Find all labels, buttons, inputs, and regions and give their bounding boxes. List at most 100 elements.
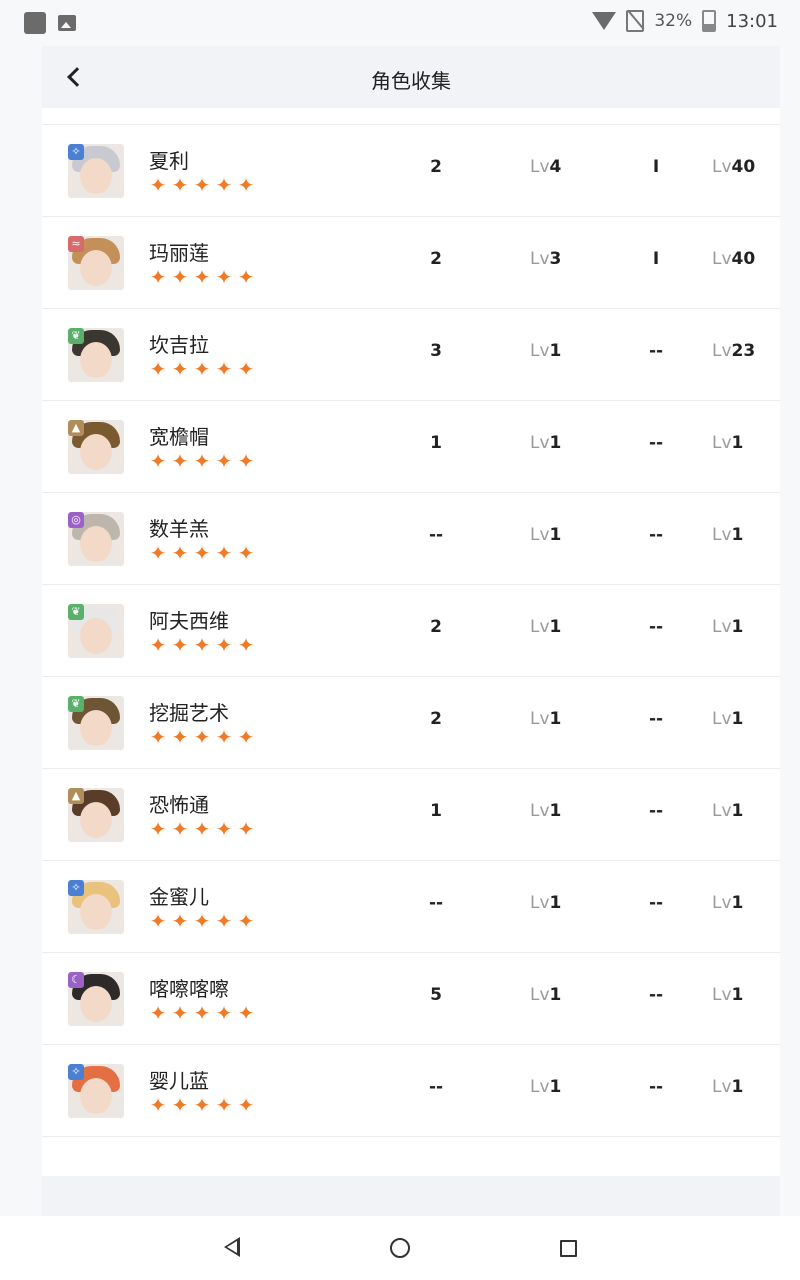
avatar-face [80, 1078, 112, 1114]
character-name: 坎吉拉 [149, 333, 209, 357]
insight-level: Lv3 [530, 249, 561, 269]
no-sim-icon [626, 10, 645, 32]
level-value: 1 [549, 525, 562, 545]
star-icon: ✦ [149, 357, 167, 381]
character-avatar: ✧ [68, 880, 124, 934]
character-row[interactable]: ❦ 阿夫西维 ✦ ✦ ✦ ✦ ✦ 2 Lv1 -- Lv1 [42, 585, 780, 677]
star-icon: ✦ [237, 1093, 255, 1117]
insight-level: Lv1 [530, 709, 561, 729]
character-list[interactable]: ✧ 夏利 ✦ ✦ ✦ ✦ ✦ 2 Lv4 I Lv40 ≈ 玛丽莲 ✦ ✦ ✦ ✦ ✦ 2 Lv… [42, 108, 780, 1176]
lv-prefix: Lv [712, 709, 732, 729]
back-triangle-icon[interactable] [224, 1237, 240, 1257]
insight-level: Lv1 [530, 801, 561, 821]
duplicate-count: 2 [430, 709, 442, 729]
character-row[interactable]: ≈ 玛丽莲 ✦ ✦ ✦ ✦ ✦ 2 Lv3 I Lv40 [42, 217, 780, 309]
beast-element-icon: ≈ [68, 236, 84, 252]
star-element-icon: ✧ [68, 880, 84, 896]
character-row[interactable]: ✧ 婴儿蓝 ✦ ✦ ✦ ✦ ✦ -- Lv1 -- Lv1 [42, 1045, 780, 1137]
lv-prefix: Lv [530, 985, 550, 1005]
star-icon: ✦ [149, 909, 167, 933]
star-icon: ✦ [237, 265, 255, 289]
resonance-rank: -- [648, 341, 664, 361]
character-row[interactable]: ▲ 宽檐帽 ✦ ✦ ✦ ✦ ✦ 1 Lv1 -- Lv1 [42, 401, 780, 493]
character-row[interactable]: ✧ 夏利 ✦ ✦ ✦ ✦ ✦ 2 Lv4 I Lv40 [42, 125, 780, 217]
rarity-stars: ✦ ✦ ✦ ✦ ✦ [148, 543, 256, 563]
star-icon: ✦ [215, 633, 233, 657]
star-icon: ✦ [215, 357, 233, 381]
level-value: 40 [731, 157, 756, 177]
lv-prefix: Lv [530, 249, 550, 269]
resonance-rank: -- [648, 893, 664, 913]
star-icon: ✦ [215, 909, 233, 933]
duplicate-count: 1 [430, 433, 442, 453]
character-row[interactable]: ☾ 喀嚓喀嚓 ✦ ✦ ✦ ✦ ✦ 5 Lv1 -- Lv1 [42, 953, 780, 1045]
star-icon: ✦ [237, 1001, 255, 1025]
duplicate-count: -- [428, 893, 444, 913]
star-icon: ✦ [193, 725, 211, 749]
star-icon: ✦ [193, 173, 211, 197]
star-icon: ✦ [171, 265, 189, 289]
avatar-face [80, 986, 112, 1022]
lv-prefix: Lv [712, 525, 732, 545]
star-icon: ✦ [171, 817, 189, 841]
star-icon: ✦ [171, 633, 189, 657]
character-name: 恐怖通 [149, 793, 209, 817]
level-value: 1 [549, 617, 562, 637]
star-icon: ✦ [149, 1001, 167, 1025]
star-icon: ✦ [171, 541, 189, 565]
star-icon: ✦ [237, 173, 255, 197]
character-row[interactable]: ❦ 挖掘艺术 ✦ ✦ ✦ ✦ ✦ 2 Lv1 -- Lv1 [42, 677, 780, 769]
duplicate-count: 2 [430, 617, 442, 637]
character-row[interactable]: ✧ 金蜜儿 ✦ ✦ ✦ ✦ ✦ -- Lv1 -- Lv1 [42, 861, 780, 953]
character-name: 挖掘艺术 [149, 701, 229, 725]
recents-square-icon[interactable] [560, 1240, 577, 1257]
character-level: Lv1 [712, 1077, 743, 1097]
resonance-rank: -- [648, 1077, 664, 1097]
rarity-stars: ✦ ✦ ✦ ✦ ✦ [148, 727, 256, 747]
character-row[interactable]: ▲ 恐怖通 ✦ ✦ ✦ ✦ ✦ 1 Lv1 -- Lv1 [42, 769, 780, 861]
resonance-rank: -- [648, 985, 664, 1005]
character-level: Lv1 [712, 709, 743, 729]
level-value: 1 [731, 801, 744, 821]
character-avatar: ❦ [68, 696, 124, 750]
lv-prefix: Lv [530, 1077, 550, 1097]
star-icon: ✦ [149, 1093, 167, 1117]
star-icon: ✦ [171, 357, 189, 381]
level-value: 1 [731, 617, 744, 637]
character-avatar: ☾ [68, 972, 124, 1026]
star-icon: ✦ [215, 449, 233, 473]
mineral-element-icon: ▲ [68, 420, 84, 436]
character-row[interactable]: ❦ 坎吉拉 ✦ ✦ ✦ ✦ ✦ 3 Lv1 -- Lv23 [42, 309, 780, 401]
character-avatar: ▲ [68, 420, 124, 474]
character-row[interactable]: ◎ 数羊羔 ✦ ✦ ✦ ✦ ✦ -- Lv1 -- Lv1 [42, 493, 780, 585]
level-value: 1 [549, 341, 562, 361]
avatar-face [80, 802, 112, 838]
character-avatar: ❦ [68, 328, 124, 382]
duplicate-count: 5 [430, 985, 442, 1005]
rarity-stars: ✦ ✦ ✦ ✦ ✦ [148, 451, 256, 471]
home-circle-icon[interactable] [390, 1238, 410, 1258]
level-value: 1 [731, 709, 744, 729]
character-level: Lv1 [712, 617, 743, 637]
character-rows: ✧ 夏利 ✦ ✦ ✦ ✦ ✦ 2 Lv4 I Lv40 ≈ 玛丽莲 ✦ ✦ ✦ ✦ ✦ 2 Lv… [42, 125, 780, 1137]
character-avatar: ✧ [68, 1064, 124, 1118]
intellect-element-icon: ☾ [68, 972, 84, 988]
character-name: 金蜜儿 [149, 885, 209, 909]
star-icon: ✦ [193, 449, 211, 473]
avatar-face [80, 342, 112, 378]
star-icon: ✦ [215, 1001, 233, 1025]
star-icon: ✦ [149, 541, 167, 565]
character-avatar: ◎ [68, 512, 124, 566]
resonance-rank: I [652, 249, 660, 269]
level-value: 1 [549, 1077, 562, 1097]
character-name: 玛丽莲 [149, 241, 209, 265]
duplicate-count: -- [428, 525, 444, 545]
avatar-face [80, 710, 112, 746]
star-icon: ✦ [193, 1093, 211, 1117]
lv-prefix: Lv [712, 801, 732, 821]
level-value: 1 [549, 985, 562, 1005]
character-avatar: ❦ [68, 604, 124, 658]
page-title: 角色收集 [371, 69, 451, 93]
lv-prefix: Lv [712, 157, 732, 177]
star-icon: ✦ [215, 173, 233, 197]
